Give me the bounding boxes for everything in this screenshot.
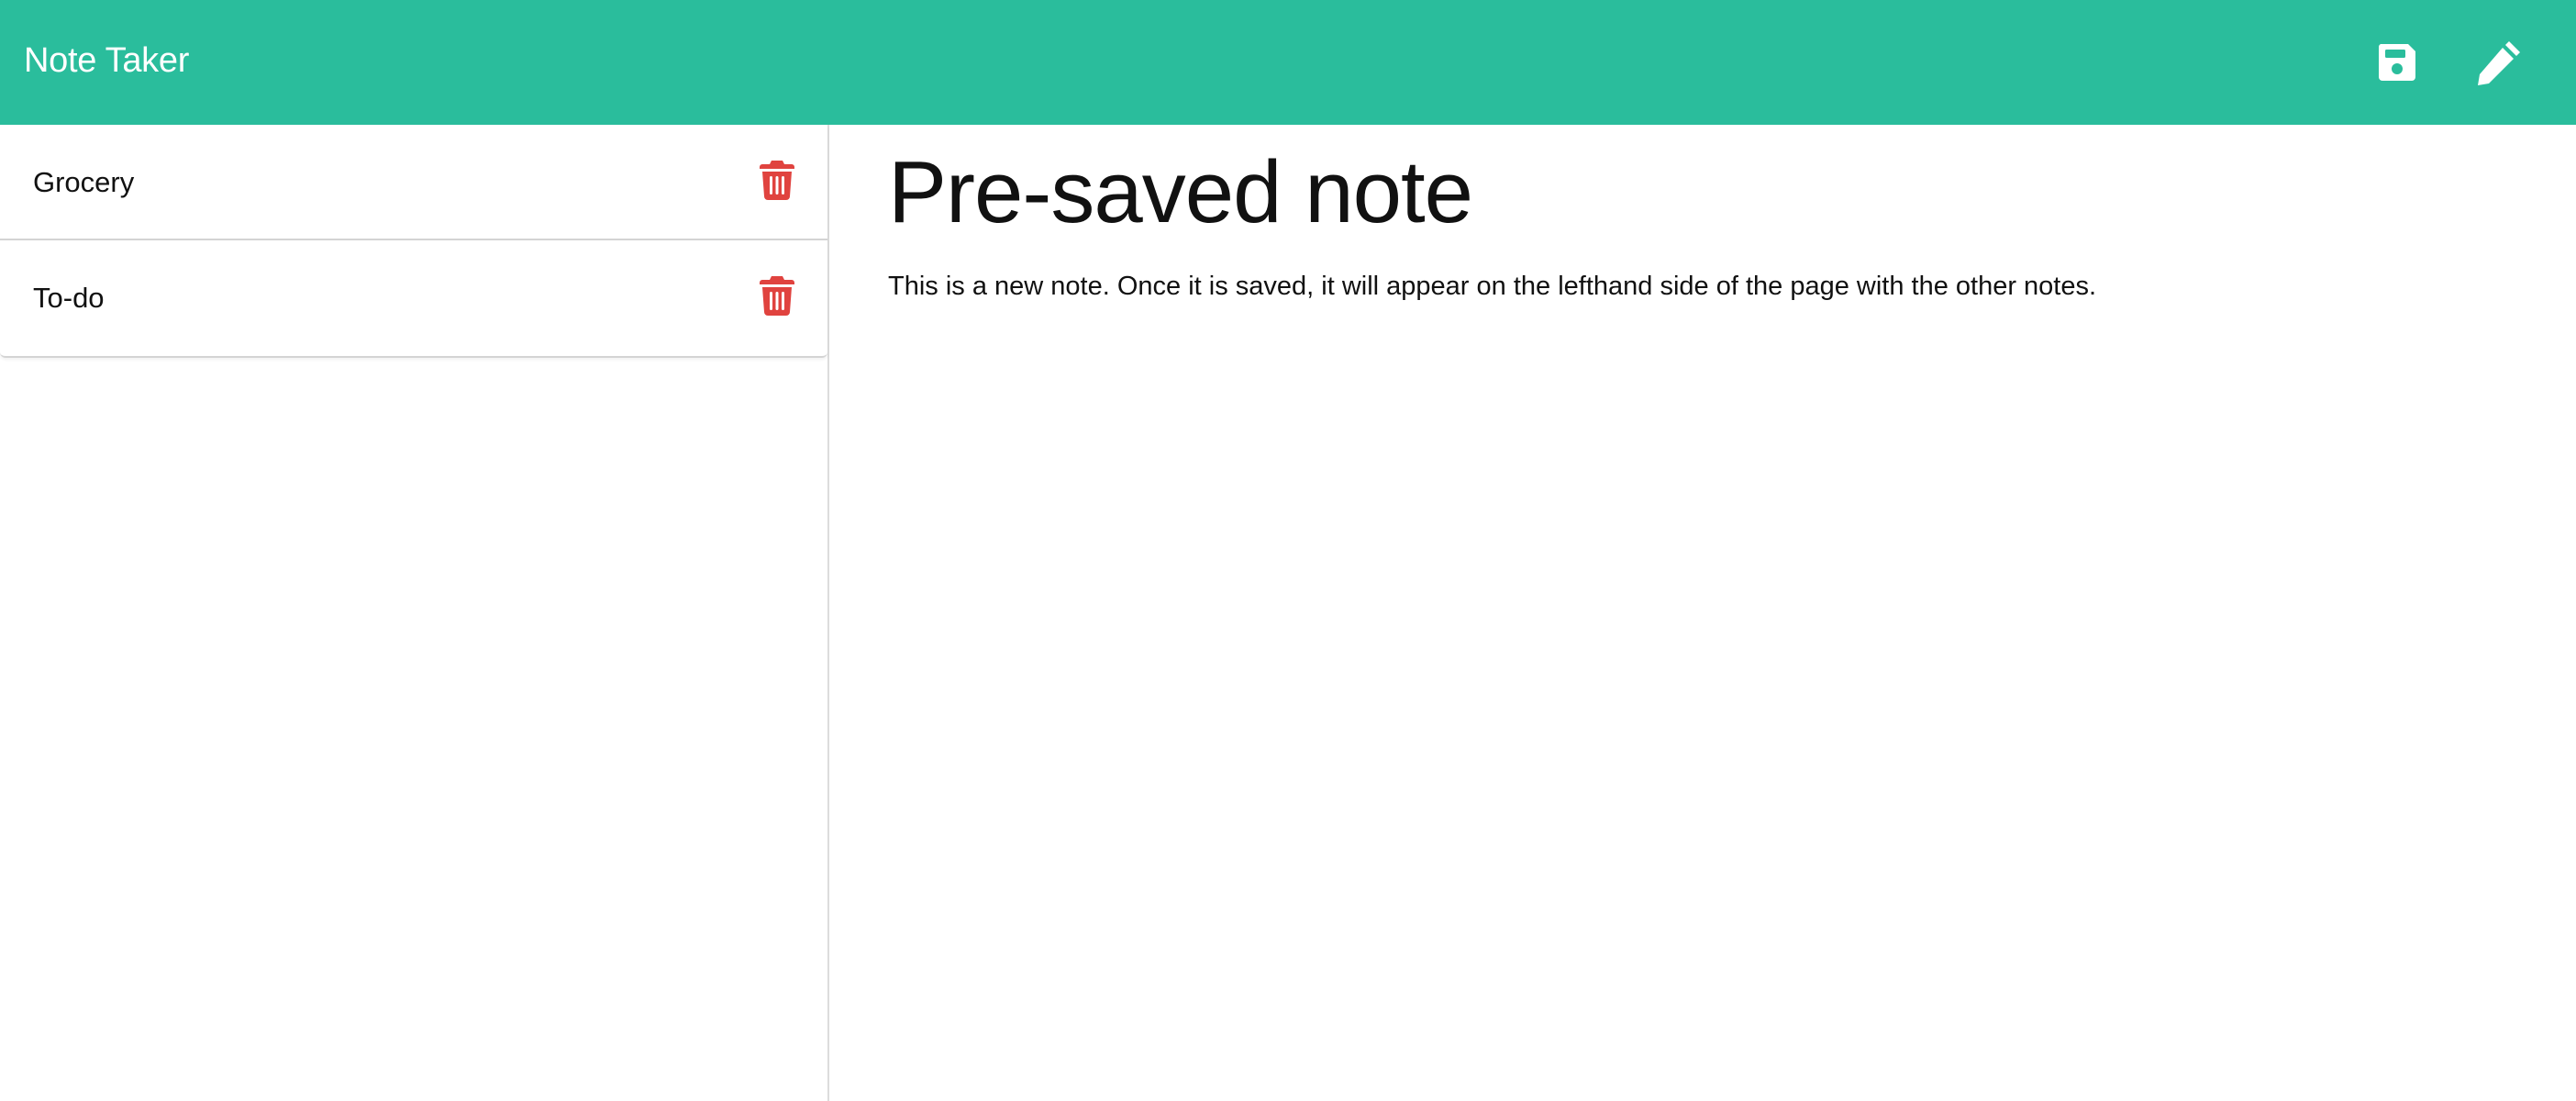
note-list: Grocery To-do — [0, 125, 827, 358]
note-title: To-do — [33, 282, 105, 314]
floppy-disk-icon — [2378, 44, 2415, 81]
trash-icon[interactable] — [760, 160, 794, 200]
navbar: Note Taker — [0, 0, 2576, 125]
note-list-item-grocery[interactable]: Grocery — [0, 125, 827, 240]
note-title-input[interactable]: Pre-saved note — [888, 149, 1473, 237]
pencil-icon — [2478, 41, 2520, 85]
save-note-button[interactable] — [2368, 33, 2426, 92]
note-title: Grocery — [33, 166, 135, 198]
app-title[interactable]: Note Taker — [24, 0, 189, 125]
note-list-item-todo[interactable]: To-do — [0, 240, 827, 356]
trash-icon[interactable] — [760, 275, 794, 316]
new-note-button[interactable] — [2470, 33, 2528, 92]
note-editor: Pre-saved note This is a new note. Once … — [888, 125, 2539, 1101]
notes-sidebar: Grocery To-do — [0, 125, 829, 1101]
note-text-area[interactable]: This is a new note. Once it is saved, it… — [888, 270, 2096, 305]
